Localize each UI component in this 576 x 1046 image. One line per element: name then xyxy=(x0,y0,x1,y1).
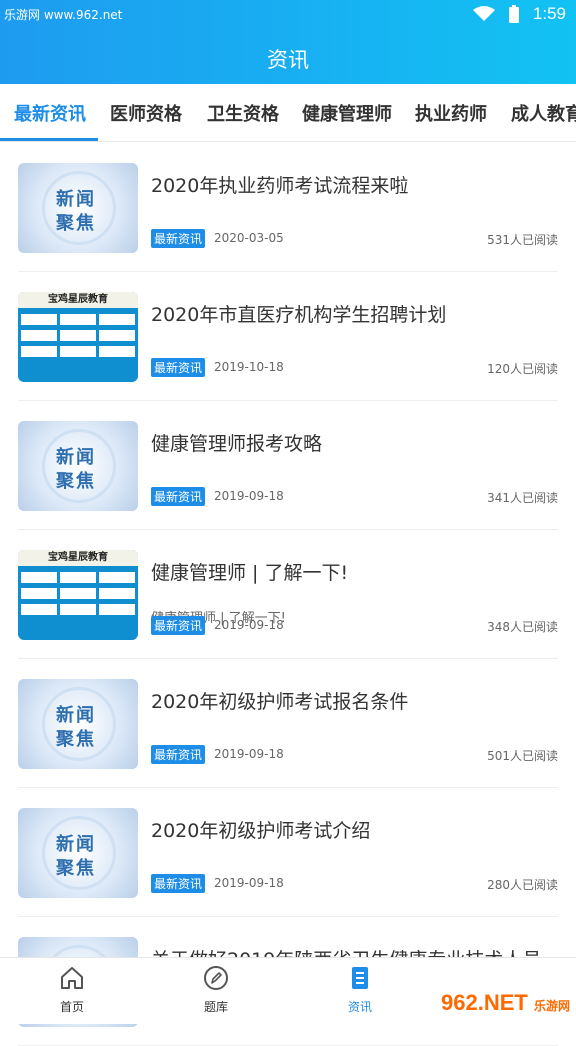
app-header: 乐游网 www.962.net 1:59 资讯 xyxy=(0,0,576,84)
item-date: 2019-09-18 xyxy=(214,489,284,503)
read-count: 341人已阅读 xyxy=(487,491,558,505)
read-count: 280人已阅读 xyxy=(487,878,558,892)
tab-health[interactable]: 卫生资格 xyxy=(207,100,279,126)
news-focus-thumbnail: 新闻 聚焦 xyxy=(18,679,138,769)
list-item[interactable]: 新闻 聚焦 2020年初级护师考试报名条件 最新资讯 2019-09-18 50… xyxy=(18,659,558,788)
ad-thumbnail: 宝鸡星辰教育 xyxy=(18,550,138,640)
category-badge: 最新资讯 xyxy=(151,745,206,764)
status-watermark: 乐游网 www.962.net xyxy=(4,8,123,22)
status-bar-right: 1:59 xyxy=(472,4,566,24)
ad-thumbnail: 宝鸡星辰教育 xyxy=(18,292,138,382)
brand-watermark: 962.NET 乐游网 xyxy=(441,990,570,1016)
news-focus-thumbnail: 新闻 聚焦 xyxy=(18,421,138,511)
tab-health-manager[interactable]: 健康管理师 xyxy=(302,100,392,126)
battery-icon xyxy=(508,5,519,23)
status-time: 1:59 xyxy=(532,4,566,23)
news-focus-thumbnail: 新闻 聚焦 xyxy=(18,163,138,253)
item-title: 2020年初级护师考试报名条件 xyxy=(151,691,409,713)
item-date: 2019-09-18 xyxy=(214,747,284,761)
thumb-text: 聚焦 xyxy=(56,213,96,234)
brand-watermark-text: 962.NET xyxy=(441,990,528,1015)
list-item[interactable]: 宝鸡星辰教育 健康管理师 | 了解一下! 健康管理师 | 了解一下! 最新资讯 … xyxy=(18,530,558,659)
home-icon xyxy=(61,967,83,989)
nav-label: 题库 xyxy=(203,1000,228,1014)
item-title: 2020年市直医疗机构学生招聘计划 xyxy=(151,304,447,326)
bottom-navigation: 首页 题库 资讯 962.NET 乐游网 xyxy=(0,957,576,1024)
item-title: 健康管理师 | 了解一下! xyxy=(151,562,349,584)
nav-label: 资讯 xyxy=(347,1000,372,1014)
nav-label: 首页 xyxy=(59,1000,84,1014)
news-list: 新闻 聚焦 2020年执业药师考试流程来啦 最新资讯 2020-03-05 53… xyxy=(0,143,576,1046)
tab-pharmacist[interactable]: 执业药师 xyxy=(415,100,487,126)
category-badge: 最新资讯 xyxy=(151,358,206,377)
thumb-text: 新闻 xyxy=(56,189,96,210)
nav-news[interactable]: 资讯 xyxy=(330,966,390,1015)
item-date: 2019-09-18 xyxy=(214,876,284,890)
category-badge: 最新资讯 xyxy=(151,616,206,635)
thumb-text: 聚焦 xyxy=(56,858,96,879)
category-badge: 最新资讯 xyxy=(151,874,206,893)
thumb-text: 聚焦 xyxy=(56,729,96,750)
tab-physician[interactable]: 医师资格 xyxy=(110,100,182,126)
news-focus-thumbnail: 新闻 聚焦 xyxy=(18,808,138,898)
tab-adult-education[interactable]: 成人教育 xyxy=(511,100,576,126)
nav-home[interactable]: 首页 xyxy=(42,966,102,1015)
read-count: 501人已阅读 xyxy=(487,749,558,763)
thumb-text: 新闻 xyxy=(56,834,96,855)
category-badge: 最新资讯 xyxy=(151,487,206,506)
page-title: 资讯 xyxy=(267,48,309,72)
tab-latest[interactable]: 最新资讯 xyxy=(14,100,86,126)
read-count: 531人已阅读 xyxy=(487,233,558,247)
thumb-text: 聚焦 xyxy=(56,471,96,492)
thumb-text: 新闻 xyxy=(56,705,96,726)
read-count: 120人已阅读 xyxy=(487,362,558,376)
item-date: 2020-03-05 xyxy=(214,231,284,245)
list-item[interactable]: 新闻 聚焦 2020年执业药师考试流程来啦 最新资讯 2020-03-05 53… xyxy=(18,143,558,272)
pencil-icon xyxy=(204,966,228,990)
read-count: 348人已阅读 xyxy=(487,620,558,634)
item-title: 2020年执业药师考试流程来啦 xyxy=(151,175,409,197)
thumb-text: 宝鸡星辰教育 xyxy=(18,550,138,566)
document-icon xyxy=(352,967,368,989)
item-date: 2019-10-18 xyxy=(214,360,284,374)
item-date: 2019-09-18 xyxy=(214,618,284,632)
thumb-text: 新闻 xyxy=(56,447,96,468)
brand-watermark-sub: 乐游网 xyxy=(533,999,570,1013)
item-title: 2020年初级护师考试介绍 xyxy=(151,820,371,842)
list-item[interactable]: 新闻 聚焦 健康管理师报考攻略 最新资讯 2019-09-18 341人已阅读 xyxy=(18,401,558,530)
thumb-text: 宝鸡星辰教育 xyxy=(18,292,138,308)
category-badge: 最新资讯 xyxy=(151,229,206,248)
list-item[interactable]: 新闻 聚焦 2020年初级护师考试介绍 最新资讯 2019-09-18 280人… xyxy=(18,788,558,917)
nav-question-bank[interactable]: 题库 xyxy=(186,966,246,1015)
wifi-icon xyxy=(472,6,495,21)
active-tab-indicator xyxy=(0,138,98,141)
list-item[interactable]: 宝鸡星辰教育 2020年市直医疗机构学生招聘计划 最新资讯 2019-10-18… xyxy=(18,272,558,401)
category-tabs: 最新资讯 医师资格 卫生资格 健康管理师 执业药师 成人教育 xyxy=(0,84,576,142)
item-title: 健康管理师报考攻略 xyxy=(151,433,323,455)
